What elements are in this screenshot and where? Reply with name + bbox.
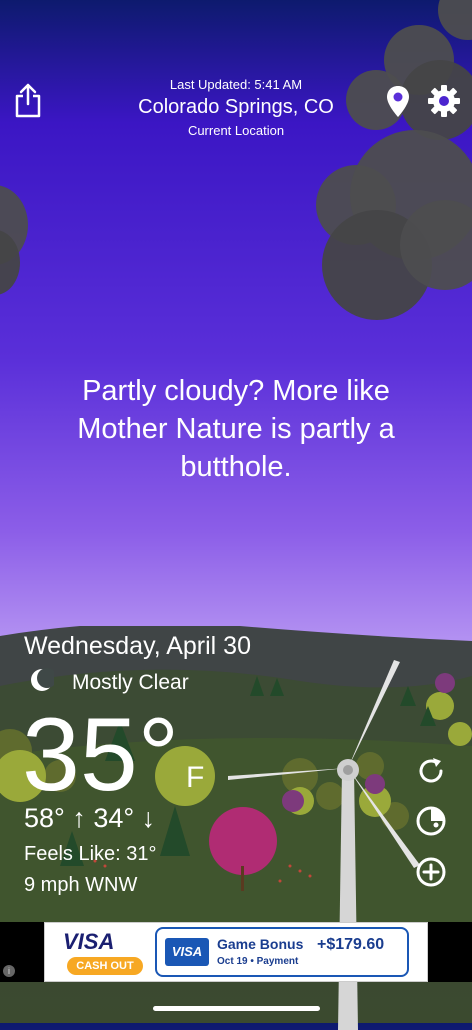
high-low-temps: 58° ↑ 34° ↓	[24, 803, 156, 833]
location-label: Current Location	[187, 123, 285, 138]
ad-title: Game Bonus	[217, 936, 304, 952]
home-indicator[interactable]	[153, 1006, 320, 1011]
wind-speed: 9 mph WNW	[24, 874, 138, 896]
ad-cashout-button[interactable]: CASH OUT	[67, 957, 143, 975]
ad-card-logo: VISA	[165, 938, 209, 966]
current-temperature: 35°	[22, 697, 180, 813]
condition-text: Mostly Clear	[72, 671, 189, 694]
settings-button[interactable]	[427, 84, 461, 118]
refresh-icon	[419, 758, 443, 783]
ad-subtitle: Oct 19 • Payment	[217, 956, 299, 967]
plus-circle-icon	[416, 857, 446, 887]
gear-icon	[428, 85, 460, 117]
refresh-button[interactable]	[414, 754, 448, 788]
feels-like: Feels Like: 31°	[24, 843, 157, 865]
location-pin-icon	[387, 86, 409, 117]
location-button[interactable]	[385, 85, 411, 119]
ad-banner[interactable]: VISA CASH OUT VISA Game Bonus Oct 19 • P…	[44, 922, 428, 982]
add-location-button[interactable]	[414, 855, 448, 889]
crescent-moon-icon	[31, 668, 54, 691]
ad-notification-card[interactable]: VISA Game Bonus Oct 19 • Payment +$179.6…	[155, 927, 409, 977]
radar-icon	[416, 806, 446, 836]
ad-amount: +$179.60	[317, 936, 385, 953]
temperature-unit[interactable]: F	[186, 761, 204, 795]
ad-brand-logo: VISA	[63, 929, 115, 954]
ad-info-icon[interactable]: i	[3, 965, 15, 977]
forecast-date: Wednesday, April 30	[24, 632, 251, 660]
radar-button[interactable]	[414, 804, 448, 838]
weather-quote: Partly cloudy? More like Mother Nature i…	[77, 375, 395, 483]
